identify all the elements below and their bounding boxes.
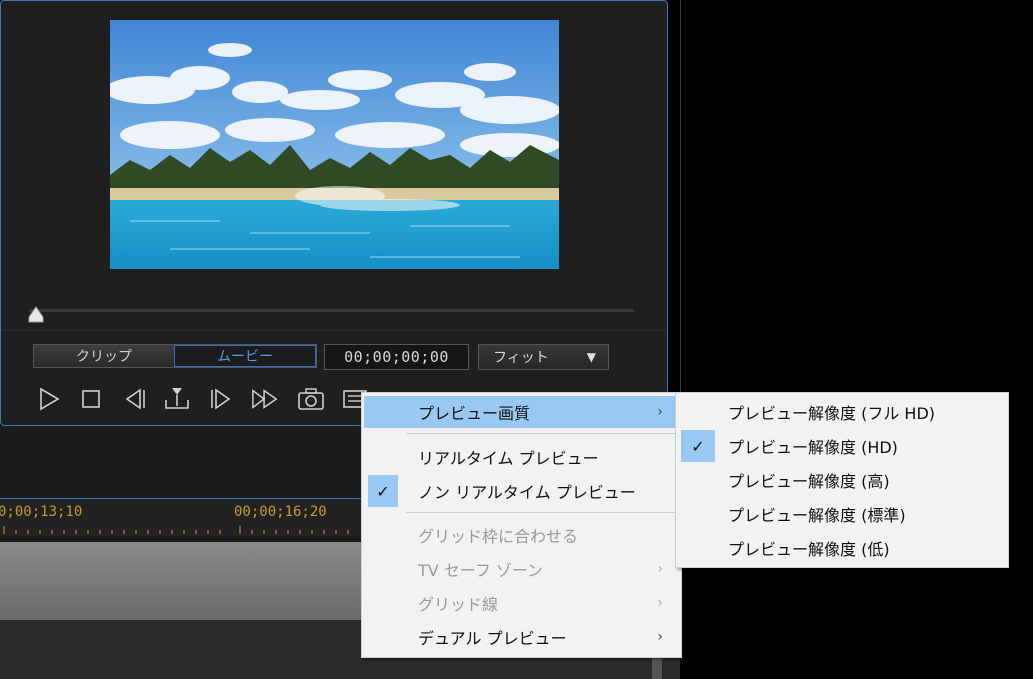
chevron-right-icon: ›: [657, 629, 663, 645]
submenu-item-standard[interactable]: プレビュー解像度 (標準): [678, 498, 1006, 530]
submenu-item-full-hd[interactable]: プレビュー解像度 (フル HD): [678, 396, 1006, 428]
submenu-item-hd[interactable]: ✓ プレビュー解像度 (HD): [678, 430, 1006, 462]
movie-mode-button[interactable]: ムービー: [174, 345, 316, 367]
menu-item-label: ノン リアルタイム プレビュー: [418, 483, 636, 502]
menu-separator: [406, 512, 676, 513]
zoom-fit-dropdown[interactable]: フィット ▼: [478, 344, 609, 370]
menu-item-snap-to-grid: グリッド枠に合わせる: [364, 519, 679, 551]
timecode-display[interactable]: 00;00;00;00: [324, 344, 469, 370]
beach-scene-image: [110, 20, 559, 269]
previous-frame-icon[interactable]: [121, 385, 149, 413]
submenu-item-label: プレビュー解像度 (フル HD): [728, 404, 936, 423]
submenu-item-label: プレビュー解像度 (低): [728, 540, 890, 559]
split-icon[interactable]: [163, 385, 191, 413]
fast-forward-icon[interactable]: [251, 385, 279, 413]
chevron-right-icon: ›: [657, 404, 663, 420]
menu-item-preview-quality[interactable]: プレビュー画質 ›: [364, 396, 679, 428]
snapshot-camera-icon[interactable]: [297, 385, 325, 413]
timeline-time-label: 0;00;13;10: [0, 504, 83, 520]
submenu-item-label: プレビュー解像度 (標準): [728, 506, 906, 525]
menu-item-label: グリッド線: [418, 595, 499, 614]
check-icon: ✓: [681, 430, 715, 462]
next-frame-icon[interactable]: [207, 385, 235, 413]
menu-separator: [406, 433, 676, 434]
menu-item-non-realtime-preview[interactable]: ✓ ノン リアルタイム プレビュー: [364, 475, 679, 507]
scrub-handle[interactable]: [26, 305, 46, 325]
menu-item-grid-lines: グリッド線 ›: [364, 587, 679, 619]
submenu-item-label: プレビュー解像度 (高): [728, 472, 890, 491]
play-icon[interactable]: [35, 385, 63, 413]
chevron-right-icon: ›: [657, 595, 663, 611]
zoom-fit-label: フィット: [493, 350, 549, 366]
submenu-item-label: プレビュー解像度 (HD): [728, 438, 898, 457]
timeline-time-label: 00;00;16;20: [234, 504, 327, 520]
menu-item-label: デュアル プレビュー: [418, 629, 567, 648]
video-preview: [110, 20, 559, 269]
stop-icon[interactable]: [77, 385, 105, 413]
menu-item-tv-safe-zone: TV セーフ ゾーン ›: [364, 553, 679, 585]
menu-item-label: グリッド枠に合わせる: [418, 527, 579, 546]
preview-panel: クリップ ムービー 00;00;00;00 フィット ▼: [0, 0, 668, 426]
check-icon: ✓: [368, 475, 398, 507]
chevron-right-icon: ›: [657, 561, 663, 577]
menu-item-label: TV セーフ ゾーン: [418, 561, 544, 580]
preview-mode-toggle: クリップ ムービー: [33, 344, 317, 368]
menu-item-label: プレビュー画質: [418, 404, 531, 423]
menu-item-label: リアルタイム プレビュー: [418, 449, 599, 468]
menu-item-dual-preview[interactable]: デュアル プレビュー ›: [364, 621, 679, 653]
clip-mode-button[interactable]: クリップ: [34, 345, 174, 367]
submenu-item-high[interactable]: プレビュー解像度 (高): [678, 464, 1006, 496]
submenu-item-low[interactable]: プレビュー解像度 (低): [678, 532, 1006, 564]
preview-context-menu: プレビュー画質 › リアルタイム プレビュー ✓ ノン リアルタイム プレビュー…: [361, 392, 682, 658]
preview-resolution-submenu: プレビュー解像度 (フル HD) ✓ プレビュー解像度 (HD) プレビュー解像…: [675, 392, 1009, 568]
chevron-down-icon: ▼: [586, 350, 596, 364]
panel-divider: [680, 0, 681, 395]
scrub-bar[interactable]: [29, 309, 634, 312]
menu-item-realtime-preview[interactable]: リアルタイム プレビュー: [364, 441, 679, 473]
divider: [1, 330, 667, 331]
timeline-scrollbar[interactable]: [652, 655, 662, 679]
